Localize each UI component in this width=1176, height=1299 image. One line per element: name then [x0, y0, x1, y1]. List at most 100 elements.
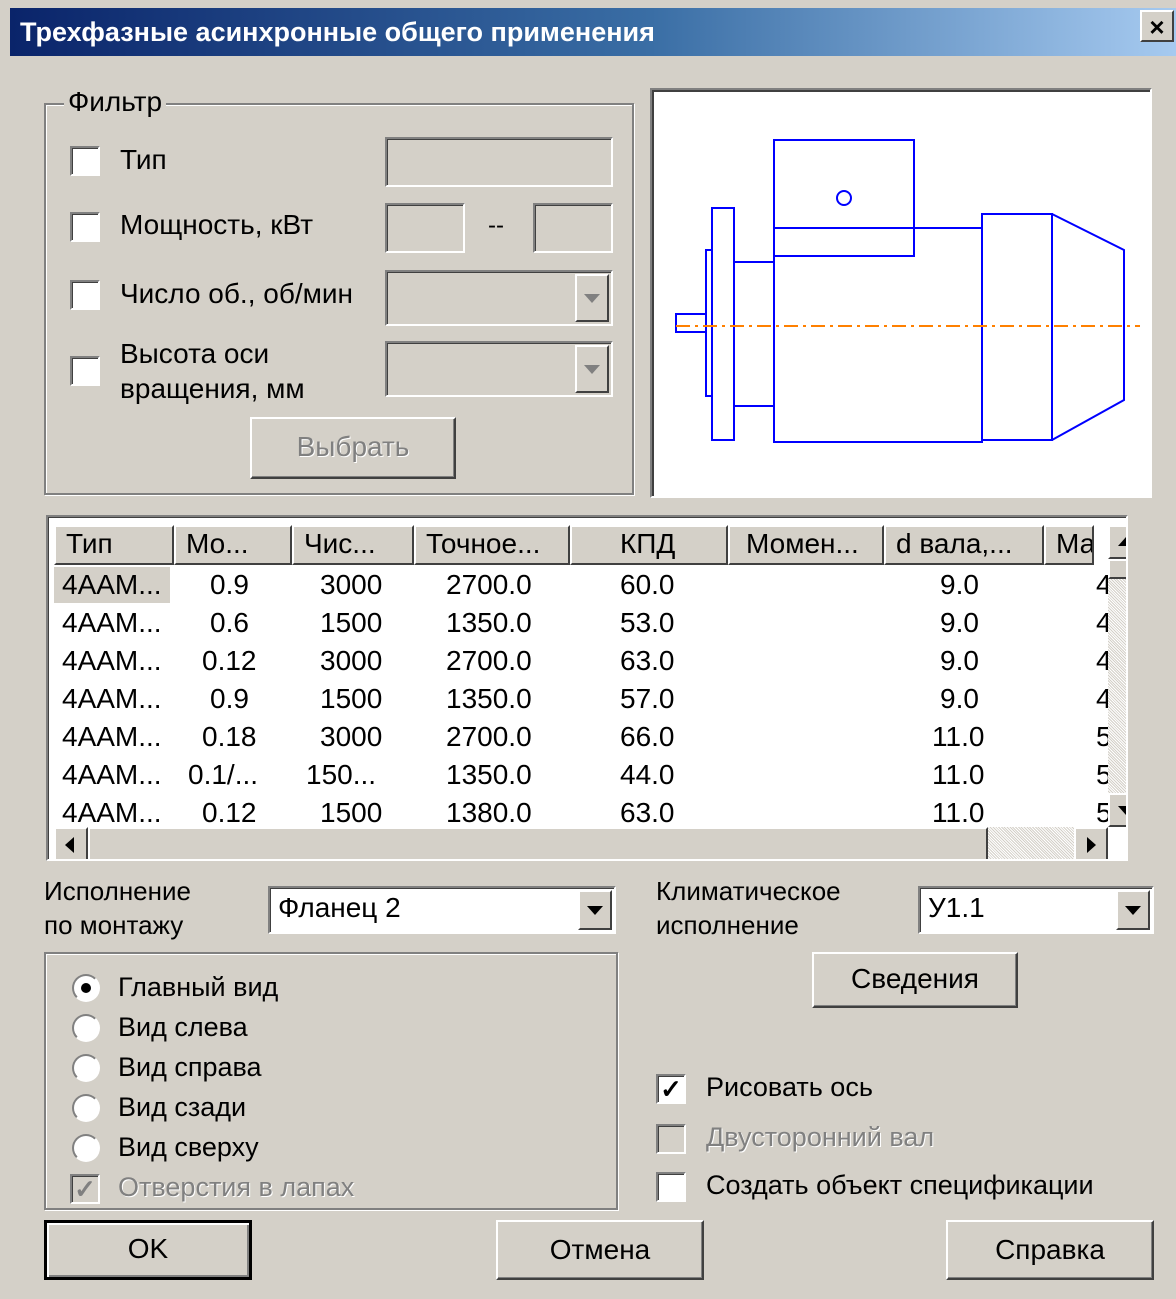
column-header-torque[interactable]: Момен...: [728, 525, 884, 565]
power-label: Мощность, кВт: [120, 209, 314, 240]
view-label: Вид сзади: [118, 1092, 247, 1122]
radio-top-view[interactable]: [72, 1134, 100, 1162]
holes-label: Отверстия в лапах: [118, 1172, 355, 1202]
create-spec-checkbox[interactable]: [656, 1172, 686, 1202]
power-checkbox[interactable]: [70, 212, 100, 242]
scroll-thumb[interactable]: [1108, 559, 1126, 579]
cell-exact-rpm: 2700.0: [446, 645, 532, 676]
cell-type: 4ААМ...: [62, 607, 162, 638]
double-shaft-checkbox[interactable]: [656, 1124, 686, 1154]
mounting-label-2: по монтажу: [44, 910, 184, 940]
scroll-left-button[interactable]: [54, 827, 88, 859]
cell-rpm: 1500: [320, 607, 383, 638]
rpm-select[interactable]: [385, 270, 613, 326]
chevron-down-icon[interactable]: [575, 274, 609, 322]
column-header-power[interactable]: Мо...: [174, 525, 292, 565]
help-button[interactable]: Справка: [946, 1220, 1154, 1280]
view-label: Главный вид: [118, 972, 279, 1002]
view-label: Вид слева: [118, 1012, 248, 1042]
cell-shaft: 11.0: [932, 797, 985, 828]
create-spec-label: Создать объект спецификации: [706, 1170, 1094, 1200]
cell-rpm: 1500: [320, 797, 383, 828]
info-button[interactable]: Сведения: [812, 952, 1018, 1008]
cell-shaft: 11.0: [932, 759, 985, 790]
motor-table[interactable]: Тип Мо... Чис... Точное... КПД Момен... …: [46, 515, 1128, 861]
cell-efficiency: 53.0: [620, 607, 675, 638]
scroll-right-button[interactable]: [1074, 827, 1108, 859]
cell-efficiency: 66.0: [620, 721, 675, 752]
motor-preview: [650, 88, 1152, 498]
scroll-down-button[interactable]: [1108, 793, 1126, 827]
column-header-efficiency[interactable]: КПД: [570, 525, 728, 565]
motor-drawing: [675, 139, 1140, 443]
rpm-label: Число об., об/мин: [120, 278, 353, 309]
chevron-down-icon[interactable]: [578, 890, 612, 930]
cell-exact-rpm: 1380.0: [446, 797, 532, 828]
cell-rpm: 3000: [320, 569, 383, 600]
cell-type: 4ААМ...: [62, 759, 162, 790]
cell-efficiency: 60.0: [620, 569, 675, 600]
radio-main-view[interactable]: [72, 974, 100, 1002]
cell-exact-rpm: 2700.0: [446, 569, 532, 600]
scroll-thumb-horizontal[interactable]: [88, 827, 988, 859]
type-checkbox[interactable]: [70, 146, 100, 176]
climate-select[interactable]: У1.1: [918, 886, 1154, 934]
cell-shaft: 9.0: [940, 683, 979, 714]
cell-power: 0.9: [210, 683, 249, 714]
cell-efficiency: 63.0: [620, 797, 675, 828]
cell-power: 0.1/...: [188, 759, 259, 790]
scroll-track[interactable]: [988, 827, 1074, 859]
mounting-select[interactable]: Фланец 2: [268, 886, 616, 934]
cell-power: 0.18: [202, 721, 257, 752]
column-header-exact-rpm[interactable]: Точное...: [414, 525, 570, 565]
column-header-mass[interactable]: Мас: [1044, 525, 1094, 565]
holes-checkbox[interactable]: ✓: [70, 1174, 100, 1204]
column-header-shaft-diameter[interactable]: d вала,...: [884, 525, 1044, 565]
scroll-up-button[interactable]: [1108, 525, 1126, 559]
cancel-button[interactable]: Отмена: [496, 1220, 704, 1280]
cell-type: 4ААМ...: [62, 569, 162, 600]
arrow-down-icon: [1118, 806, 1126, 815]
axis-height-select[interactable]: [385, 341, 613, 397]
climate-value: У1.1: [928, 892, 985, 923]
double-shaft-label: Двусторонний вал: [706, 1122, 935, 1152]
close-button[interactable]: ×: [1140, 10, 1174, 42]
cell-rpm: 1500: [320, 683, 383, 714]
arrow-right-icon: [1087, 837, 1096, 853]
cell-rpm: 150...: [306, 759, 377, 790]
horizontal-scrollbar[interactable]: [54, 827, 1108, 859]
power-min-input[interactable]: [385, 203, 465, 253]
chevron-down-icon[interactable]: [1116, 890, 1150, 930]
window-title: Трехфазные асинхронные общего применения: [20, 17, 655, 47]
cell-exact-rpm: 1350.0: [446, 607, 532, 638]
column-header-rpm[interactable]: Чис...: [292, 525, 414, 565]
cell-shaft: 9.0: [940, 607, 979, 638]
axis-height-label-1: Высота оси: [120, 338, 270, 369]
cell-type: 4ААМ...: [62, 721, 162, 752]
cell-efficiency: 44.0: [620, 759, 675, 790]
view-label: Вид сверху: [118, 1132, 259, 1162]
cell-exact-rpm: 1350.0: [446, 683, 532, 714]
cell-shaft: 9.0: [940, 645, 979, 676]
draw-axis-checkbox[interactable]: ✓: [656, 1074, 686, 1104]
column-header-type[interactable]: Тип: [54, 525, 174, 565]
ok-button[interactable]: OK: [44, 1220, 252, 1280]
radio-left-view[interactable]: [72, 1014, 100, 1042]
cell-efficiency: 63.0: [620, 645, 675, 676]
cell-type: 4ААМ...: [62, 797, 162, 828]
rpm-checkbox[interactable]: [70, 280, 100, 310]
radio-back-view[interactable]: [72, 1094, 100, 1122]
vertical-scrollbar[interactable]: [1108, 525, 1126, 827]
mounting-label-1: Исполнение: [44, 876, 191, 906]
type-label: Тип: [120, 144, 167, 175]
type-input[interactable]: [385, 137, 613, 187]
cell-power: 0.12: [202, 645, 257, 676]
filter-legend: Фильтр: [64, 86, 167, 118]
arrow-up-icon: [1118, 537, 1126, 546]
power-max-input[interactable]: [533, 203, 613, 253]
chevron-down-icon[interactable]: [575, 345, 609, 393]
select-button[interactable]: Выбрать: [250, 417, 456, 479]
axis-height-checkbox[interactable]: [70, 356, 100, 386]
radio-right-view[interactable]: [72, 1054, 100, 1082]
cell-exact-rpm: 2700.0: [446, 721, 532, 752]
